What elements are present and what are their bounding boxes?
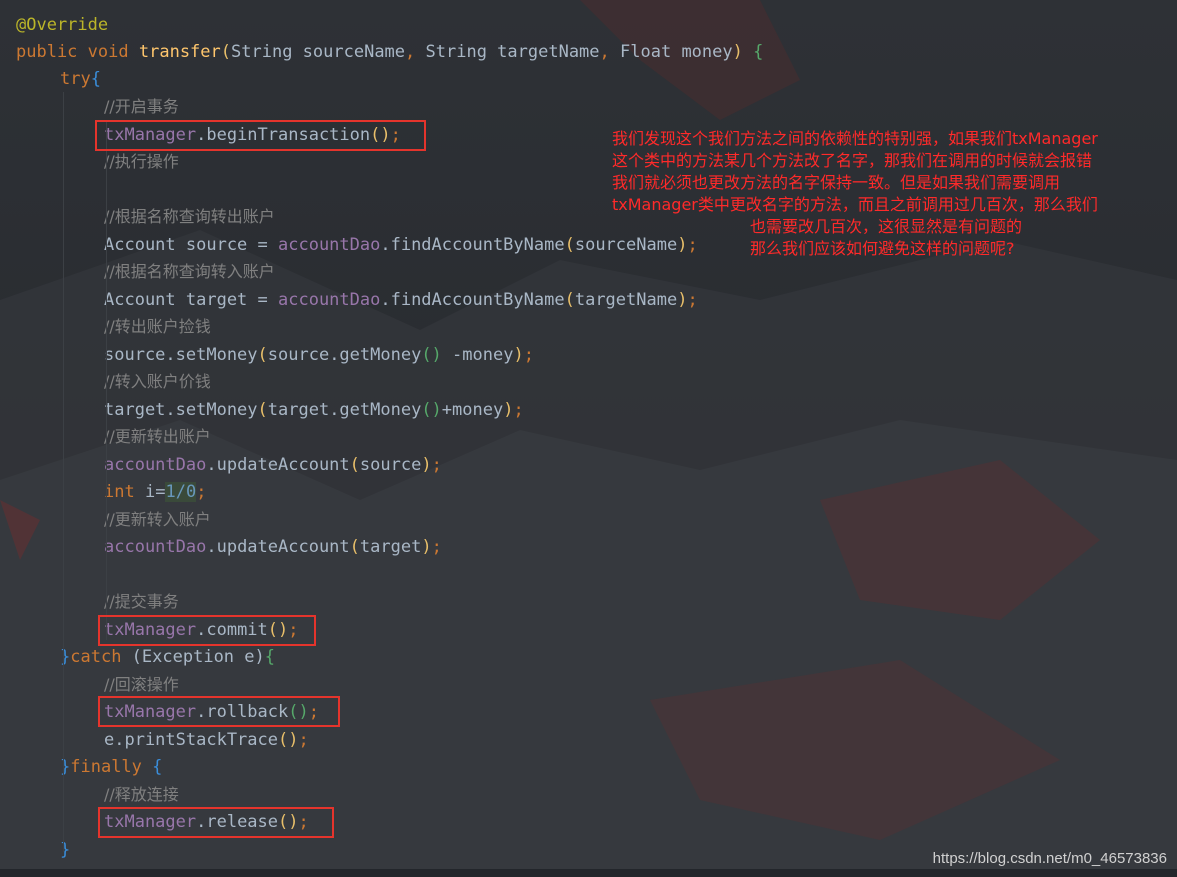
highlight-box-commit — [98, 615, 316, 646]
note-line: 我们发现这个我们方法之间的依赖性的特别强，如果我们txManager — [612, 129, 1098, 148]
indent-guide — [63, 92, 64, 852]
note-line: 我们就必须也更改方法的名字保持一致。但是如果我们需要调用 — [612, 173, 1061, 192]
comment-update-source: //更新转出账户 — [104, 427, 211, 446]
code-line-set-target-money: target.setMoney(target.getMoney()+money)… — [104, 400, 524, 420]
comment-rollback: //回滚操作 — [104, 675, 179, 694]
code-line-method-signature: public void transfer(String sourceName, … — [16, 42, 764, 62]
code-line-close-brace: } — [60, 840, 71, 860]
note-line: 也需要改几百次，这很显然是有问题的 — [750, 217, 1023, 236]
code-line-find-source: Account source = accountDao.findAccountB… — [104, 235, 698, 255]
comment-subtract-money: //转出账户捡钱 — [104, 317, 211, 336]
watermark-url: https://blog.csdn.net/m0_46573836 — [932, 850, 1167, 867]
comment-begin-transaction: //开启事务 — [104, 97, 179, 116]
highlight-box-release — [98, 807, 334, 838]
highlight-box-begin-transaction — [95, 120, 426, 151]
code-line-update-source: accountDao.updateAccount(source); — [104, 455, 442, 475]
note-line: 那么我们应该如何避免这样的问题呢? — [750, 239, 1015, 258]
code-line-annotation: @Override — [16, 15, 109, 35]
comment-find-source: //根据名称查询转出账户 — [104, 207, 275, 226]
comment-update-target: //更新转入账户 — [104, 510, 211, 529]
code-line-find-target: Account target = accountDao.findAccountB… — [104, 290, 698, 310]
code-line-divide-by-zero: int i=1/0; — [104, 482, 207, 502]
note-line: 这个类中的方法某几个方法改了名字，那我们在调用的时候就会报错 — [612, 151, 1093, 170]
code-line-catch: }catch (Exception e){ — [60, 647, 276, 667]
comment-add-money: //转入账户价钱 — [104, 372, 211, 391]
comment-find-target: //根据名称查询转入账户 — [104, 262, 275, 281]
code-line-update-target: accountDao.updateAccount(target); — [104, 537, 442, 557]
code-line-finally: }finally { — [60, 757, 163, 777]
code-line-set-source-money: source.setMoney(source.getMoney() -money… — [104, 345, 534, 365]
code-line-print-stack-trace: e.printStackTrace(); — [104, 730, 309, 750]
comment-execute: //执行操作 — [104, 152, 179, 171]
comment-release: //释放连接 — [104, 785, 179, 804]
indent-guide — [106, 120, 107, 640]
note-line: txManager类中更改名字的方法，而且之前调用过几百次，那么我们 — [612, 195, 1098, 214]
bottom-bar — [0, 869, 1177, 877]
comment-commit: //提交事务 — [104, 592, 179, 611]
highlight-box-rollback — [98, 696, 340, 727]
code-line-try: try{ — [60, 69, 101, 89]
annotation-note: 我们发现这个我们方法之间的依赖性的特别强，如果我们txManager 这个类中的… — [612, 128, 1160, 260]
